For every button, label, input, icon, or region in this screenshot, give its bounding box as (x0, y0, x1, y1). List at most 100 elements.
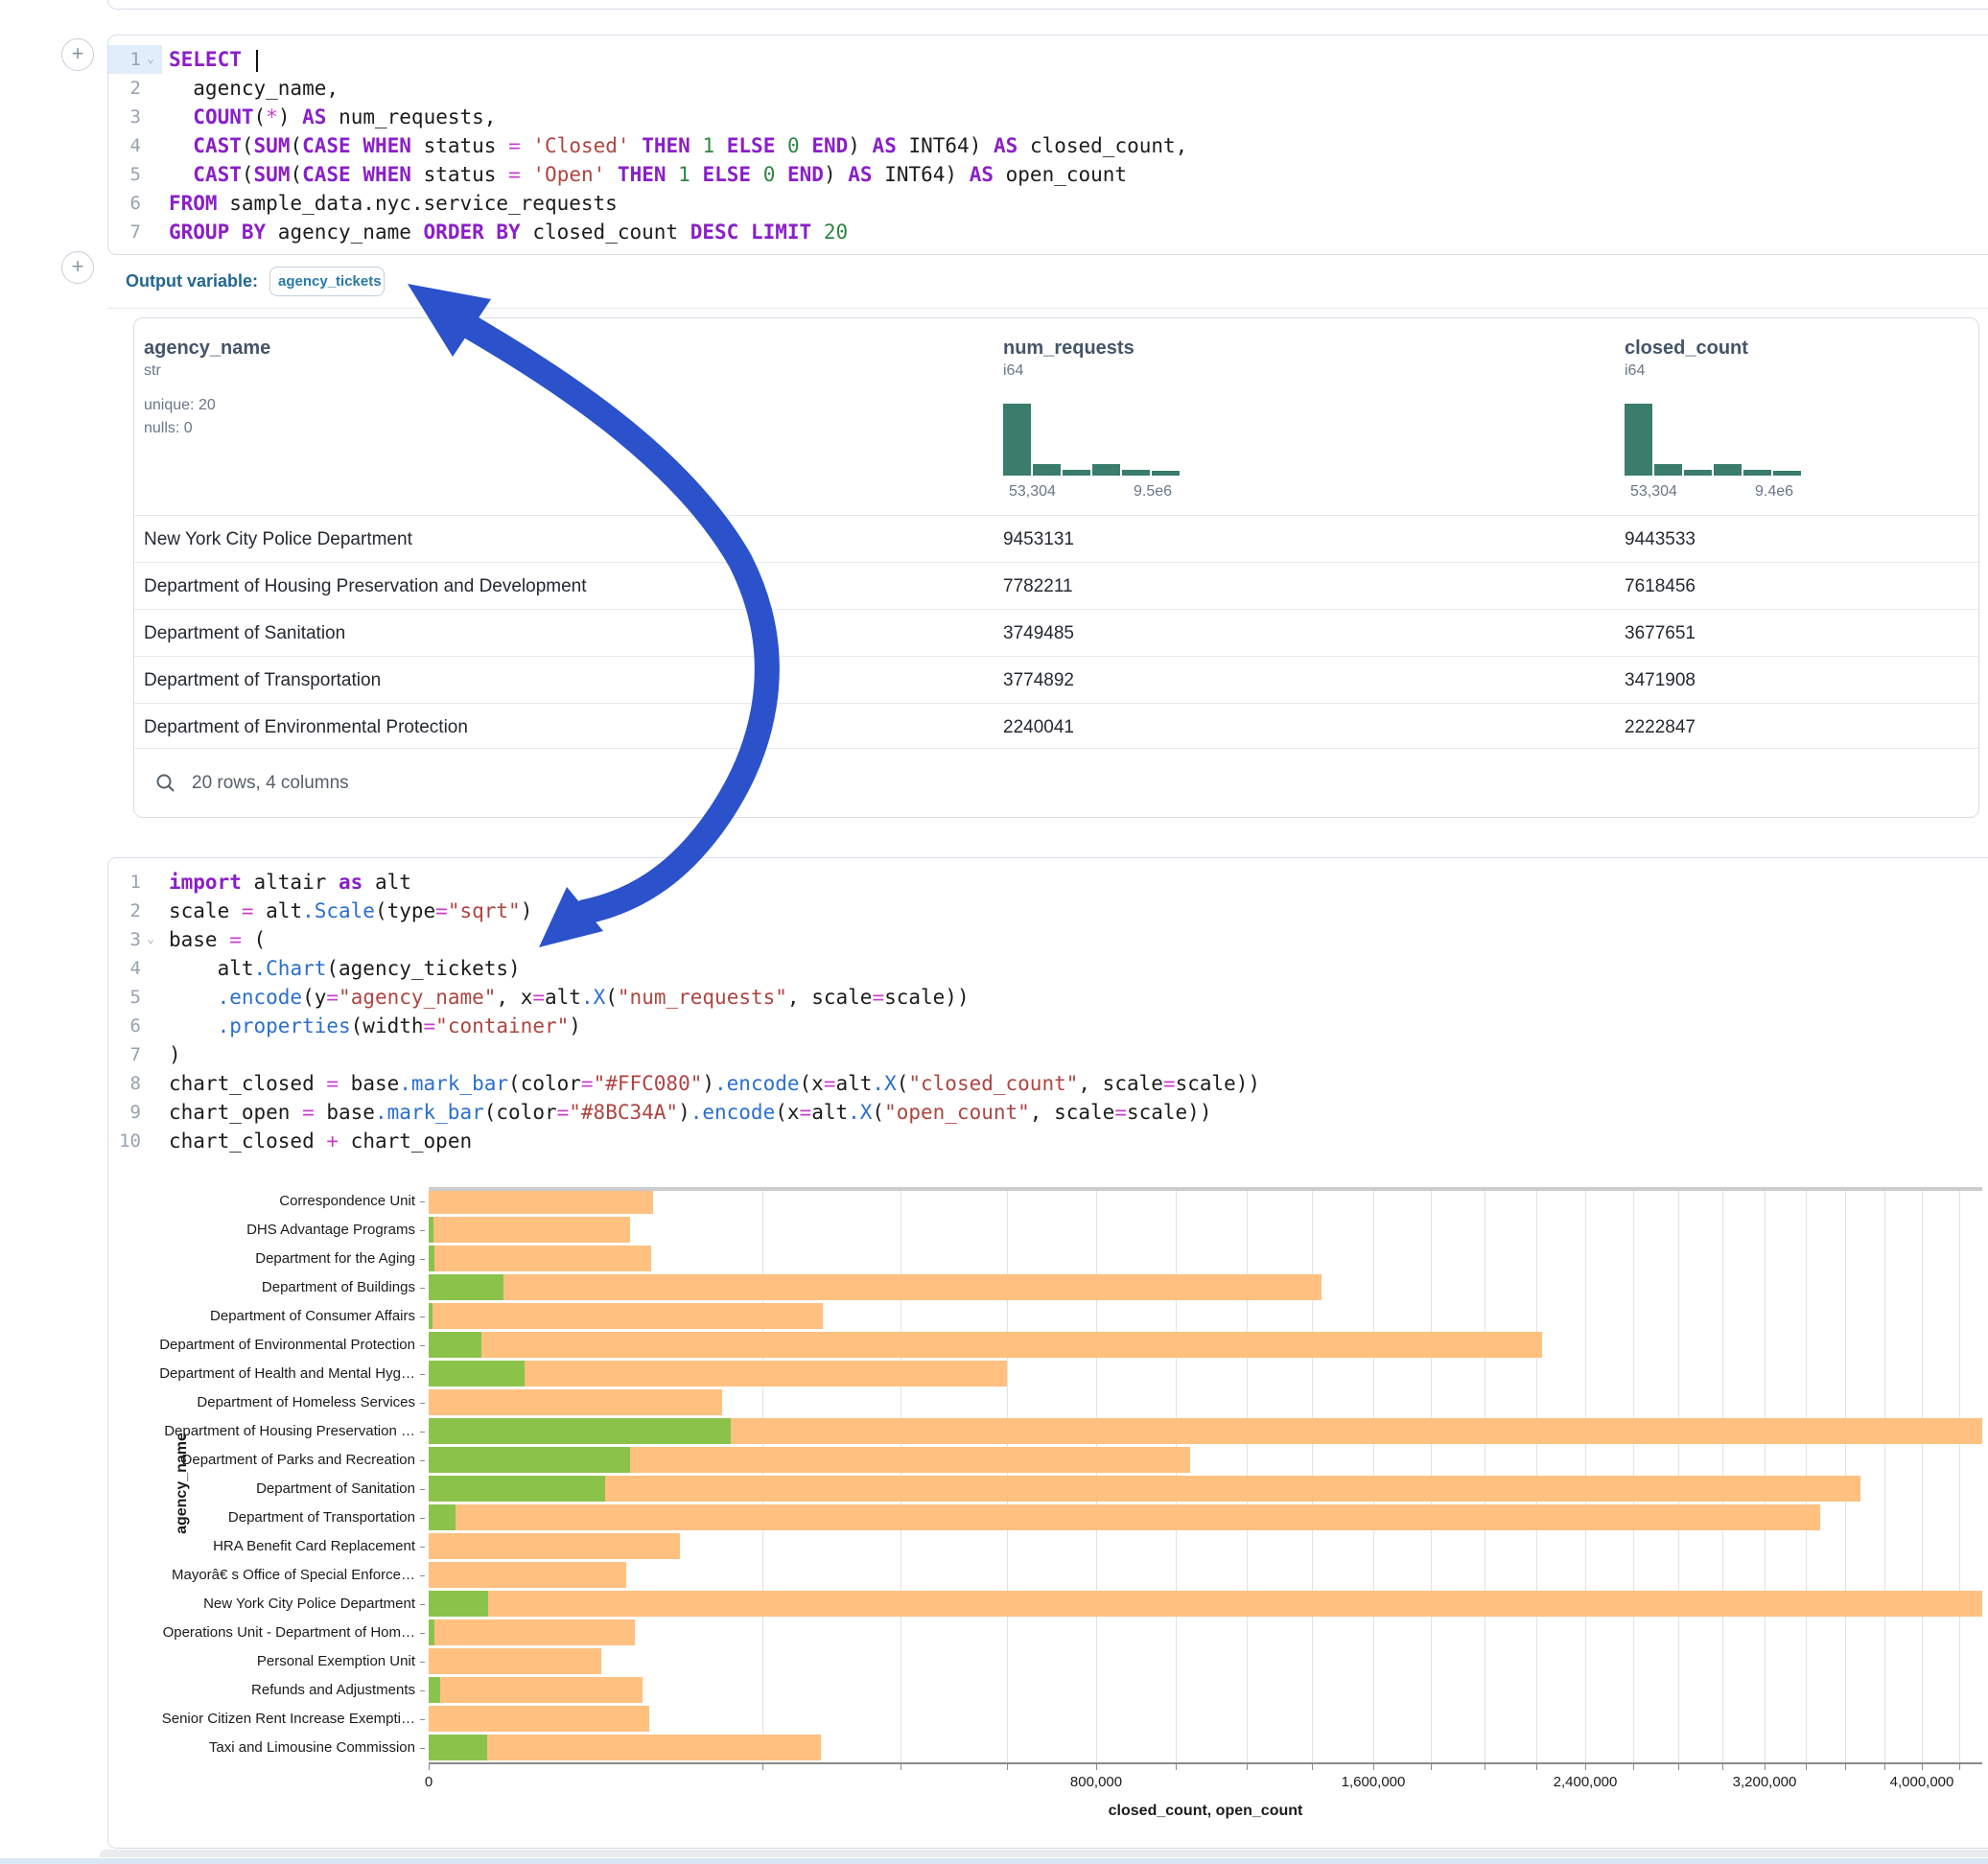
y-axis-tick (420, 1432, 425, 1433)
gridline (1585, 1187, 1586, 1762)
code-line[interactable]: 10chart_closed + chart_open (108, 1127, 1988, 1155)
line-number: 6 (108, 189, 141, 218)
code-line[interactable]: 2 agency_name, (108, 74, 1988, 103)
code-line[interactable]: 7GROUP BY agency_name ORDER BY closed_co… (108, 218, 1988, 246)
closed-count-bar[interactable] (429, 1246, 651, 1271)
fold-chevron-icon[interactable]: ⌄ (141, 925, 160, 954)
line-number: 1 (108, 868, 141, 897)
x-axis-tick-label: 1,600,000 (1342, 1774, 1406, 1790)
closed-count-bar[interactable] (429, 1648, 601, 1674)
histogram-bar (1743, 470, 1771, 476)
code-line[interactable]: 3 COUNT(*) AS num_requests, (108, 103, 1988, 131)
gridline (1176, 1187, 1177, 1762)
closed-count-bar[interactable] (429, 1735, 821, 1760)
code-line[interactable]: 7) (108, 1040, 1988, 1069)
closed-count-bar[interactable] (429, 1217, 630, 1243)
y-axis-label: Department of Parks and Recreation (182, 1446, 415, 1475)
x-axis-line (429, 1762, 1982, 1764)
y-axis-tick (420, 1575, 425, 1576)
add-cell-button[interactable]: + (61, 38, 94, 71)
closed-count-bar[interactable] (429, 1274, 1321, 1300)
y-axis-label: DHS Advantage Programs (246, 1216, 415, 1245)
output-variable-pill[interactable]: agency_tickets (269, 267, 385, 296)
gridline (1312, 1187, 1313, 1762)
open-count-bar[interactable] (429, 1504, 456, 1530)
open-count-bar[interactable] (429, 1217, 433, 1243)
code-line[interactable]: 8chart_closed = base.mark_bar(color="#FF… (108, 1069, 1988, 1098)
code-line[interactable]: 5 .encode(y="agency_name", x=alt.X("num_… (108, 983, 1988, 1012)
code-line[interactable]: 9chart_open = base.mark_bar(color="#8BC3… (108, 1098, 1988, 1127)
column-header-agency-name[interactable]: agency_name (144, 338, 270, 360)
line-number: 5 (108, 160, 141, 189)
open-count-bar[interactable] (429, 1735, 487, 1760)
gridline (1722, 1187, 1723, 1762)
closed-count-bar[interactable] (429, 1533, 680, 1559)
code-line[interactable]: 1⌄SELECT (108, 45, 1988, 74)
search-icon[interactable] (155, 773, 176, 794)
table-row[interactable]: New York City Police Department945313194… (134, 515, 1978, 562)
open-count-bar[interactable] (429, 1591, 488, 1617)
closed-count-bar[interactable] (429, 1332, 1542, 1358)
code-line[interactable]: 4 CAST(SUM(CASE WHEN status = 'Closed' T… (108, 131, 1988, 160)
code-line[interactable]: 6FROM sample_data.nyc.service_requests (108, 189, 1988, 218)
closed-count-bar[interactable] (429, 1504, 1820, 1530)
table-row[interactable]: Department of Housing Preservation and D… (134, 562, 1978, 609)
code-line[interactable]: 5 CAST(SUM(CASE WHEN status = 'Open' THE… (108, 160, 1988, 189)
table-cell: 2222847 (1625, 704, 1696, 751)
histogram-bar (1773, 471, 1801, 476)
open-count-bar[interactable] (429, 1677, 440, 1703)
closed-count-bar[interactable] (429, 1188, 653, 1214)
open-count-bar[interactable] (429, 1303, 433, 1329)
y-axis-tick (420, 1288, 425, 1289)
table-row[interactable]: Department of Transportation377489234719… (134, 656, 1978, 703)
line-number: 3 (108, 103, 141, 131)
x-axis-minor-tick (1431, 1764, 1432, 1770)
closed-count-bar[interactable] (429, 1476, 1860, 1502)
closed-count-bar[interactable] (429, 1562, 626, 1588)
histogram-max-label: 9.5e6 (1134, 483, 1172, 501)
code-line[interactable]: 4 alt.Chart(agency_tickets) (108, 954, 1988, 983)
previous-cell-edge (107, 0, 1988, 10)
y-axis-label: Department of Homeless Services (197, 1388, 415, 1417)
fold-chevron-icon[interactable]: ⌄ (141, 45, 160, 74)
python-code-editor[interactable]: 1import altair as alt2scale = alt.Scale(… (108, 858, 1988, 1155)
open-count-bar[interactable] (429, 1447, 630, 1473)
closed-count-bar[interactable] (429, 1619, 635, 1645)
open-count-bar[interactable] (429, 1418, 731, 1444)
column-header-num-requests[interactable]: num_requests (1003, 338, 1134, 360)
add-cell-button[interactable]: + (61, 251, 94, 284)
table-row[interactable]: Department of Environmental Protection22… (134, 703, 1978, 750)
line-number: 5 (108, 983, 141, 1012)
chart-plot-area[interactable] (429, 1187, 1982, 1762)
x-axis-minor-tick (1806, 1764, 1807, 1770)
code-line[interactable]: 2scale = alt.Scale(type="sqrt") (108, 897, 1988, 925)
closed-count-bar[interactable] (429, 1389, 722, 1415)
closed-count-bar[interactable] (429, 1677, 643, 1703)
x-axis-tick (1765, 1764, 1766, 1770)
open-count-bar[interactable] (429, 1361, 525, 1386)
code-line[interactable]: 3⌄base = ( (108, 925, 1988, 954)
y-axis-label: Department of Sanitation (256, 1475, 415, 1503)
open-count-bar[interactable] (429, 1274, 503, 1300)
open-count-bar[interactable] (429, 1619, 434, 1645)
sql-cell[interactable]: 1⌄SELECT 2 agency_name,3 COUNT(*) AS num… (107, 35, 1988, 255)
table-row[interactable]: Department of Sanitation37494853677651 (134, 609, 1978, 656)
line-number: 7 (108, 218, 141, 246)
y-axis-label: Operations Unit - Department of Hom… (163, 1619, 415, 1647)
closed-count-bar[interactable] (429, 1303, 823, 1329)
code-line[interactable]: 6 .properties(width="container") (108, 1012, 1988, 1040)
histogram-bar (1063, 470, 1090, 476)
histogram-bar (1122, 470, 1150, 476)
column-header-closed-count[interactable]: closed_count (1625, 338, 1748, 360)
table-cell: Department of Sanitation (144, 610, 345, 657)
open-count-bar[interactable] (429, 1246, 434, 1271)
closed-count-bar[interactable] (429, 1591, 1982, 1617)
x-axis-minor-tick (762, 1764, 763, 1770)
closed-count-bar[interactable] (429, 1706, 649, 1732)
sql-code-editor[interactable]: 1⌄SELECT 2 agency_name,3 COUNT(*) AS num… (108, 35, 1988, 246)
open-count-bar[interactable] (429, 1332, 481, 1358)
code-line[interactable]: 1import altair as alt (108, 868, 1988, 897)
python-cell[interactable]: 1import altair as alt2scale = alt.Scale(… (107, 857, 1988, 1849)
open-count-bar[interactable] (429, 1476, 605, 1502)
chart-top-scrollbar[interactable] (429, 1187, 1982, 1191)
